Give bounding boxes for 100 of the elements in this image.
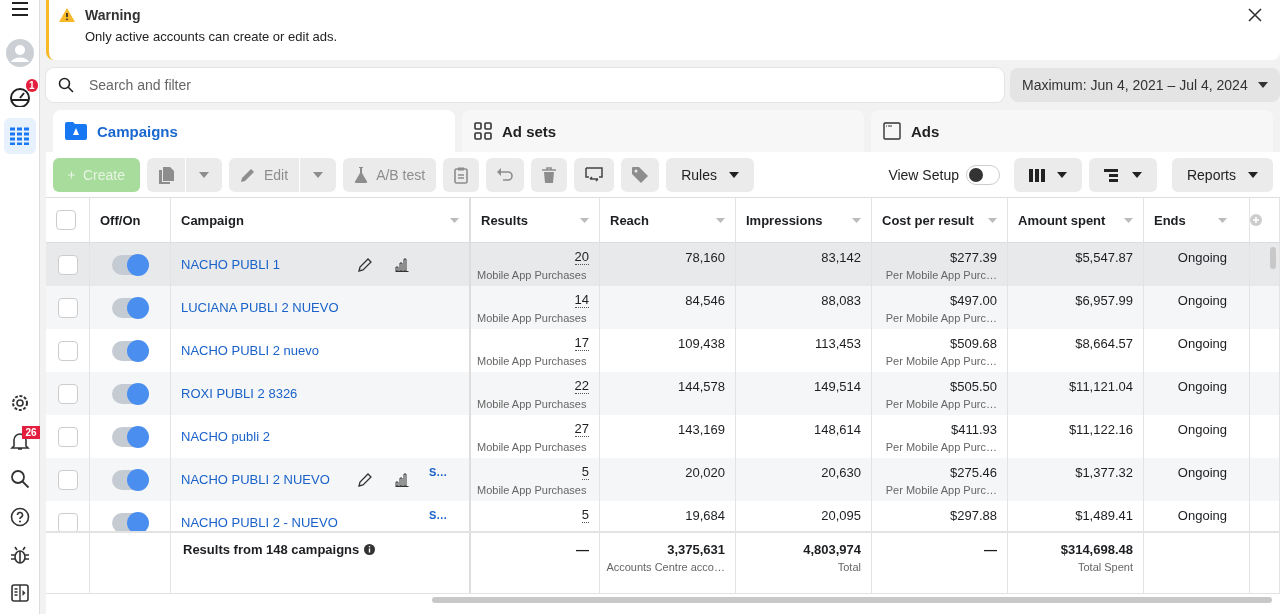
- bar-chart-icon[interactable]: [395, 258, 409, 272]
- search-field[interactable]: Search and filter: [46, 68, 1004, 102]
- table-row[interactable]: NACHO PUBLI 2 NUEVO S… 5 Mobile App Purchases 20,020 20,630 $275.46 Per Mobile App Purc… $1,377.32 Ongoing: [46, 458, 1280, 501]
- on-off-toggle[interactable]: [112, 512, 148, 531]
- campaign-link[interactable]: LUCIANA PUBLI 2 NUEVO: [181, 300, 339, 315]
- help-icon: [9, 507, 30, 527]
- cell-caption: Total Spent: [1077, 561, 1133, 573]
- sort-caret-icon[interactable]: [580, 217, 589, 223]
- on-off-toggle[interactable]: [112, 297, 148, 318]
- column-header[interactable]: Off/On: [90, 198, 171, 242]
- on-off-toggle[interactable]: [112, 383, 148, 404]
- tab[interactable]: Ads: [871, 110, 1273, 152]
- table-cell: 148,614: [814, 422, 861, 437]
- add-column-icon[interactable]: [1250, 214, 1262, 226]
- flask-icon: [354, 167, 369, 183]
- table-row[interactable]: NACHO PUBLI 1 20 Mobile App Purchases 78,160 83,142 $277.39 Per Mobile App Purc… $5,547.87 Ongoing: [46, 243, 1280, 286]
- caret-icon: [199, 172, 209, 178]
- tab[interactable]: Campaigns: [53, 110, 455, 152]
- sort-caret-icon[interactable]: [1218, 217, 1227, 223]
- campaign-link[interactable]: NACHO PUBLI 1: [181, 257, 280, 272]
- campaign-link[interactable]: ROXI PUBLI 2 8326: [181, 386, 298, 401]
- on-off-toggle[interactable]: [112, 426, 148, 447]
- breakdown-button[interactable]: [1088, 158, 1157, 192]
- cell-caption: Mobile App Purchases: [477, 441, 587, 453]
- table-button[interactable]: [3, 118, 36, 154]
- sort-caret-icon[interactable]: [450, 217, 459, 223]
- sort-caret-icon[interactable]: [1124, 217, 1133, 223]
- cell-caption: Total: [837, 561, 861, 573]
- table-cell: 20,630: [821, 465, 861, 480]
- row-checkbox[interactable]: [57, 254, 78, 275]
- bar-chart-icon[interactable]: [395, 473, 409, 487]
- notification-badge: 26: [22, 426, 40, 439]
- table-cell: 27: [574, 422, 589, 437]
- on-off-toggle[interactable]: [112, 469, 148, 490]
- table-row[interactable]: LUCIANA PUBLI 2 NUEVO 14 Mobile App Purchases 84,546 88,083 $497.00 Per Mobile App Purc… $6,957.99 Ongoing: [46, 286, 1280, 329]
- sort-caret-icon[interactable]: [716, 217, 725, 223]
- column-header[interactable]: Amount spent: [1008, 198, 1144, 242]
- table-cell: 14: [574, 293, 589, 308]
- on-off-toggle[interactable]: [112, 254, 148, 275]
- date-range-dropdown[interactable]: Maximum: Jun 4, 2021 – Jul 4, 2024: [1010, 68, 1280, 102]
- swap-button[interactable]: [574, 158, 615, 192]
- view-setup-toggle[interactable]: [965, 165, 1000, 185]
- column-header[interactable]: Impressions: [736, 198, 872, 242]
- tab[interactable]: Ad sets: [462, 110, 864, 152]
- table-cell: 78,160: [685, 250, 725, 265]
- pencil-icon[interactable]: [357, 257, 373, 273]
- sort-caret-icon[interactable]: [852, 217, 861, 223]
- table-cell: 83,142: [821, 250, 861, 265]
- cell-caption: Mobile App Purchases: [477, 269, 587, 281]
- row-checkbox[interactable]: [57, 469, 78, 490]
- info-icon[interactable]: [364, 544, 376, 555]
- select-all-checkbox[interactable]: [56, 210, 76, 230]
- table-cell: 20: [574, 250, 589, 265]
- table-cell: 143,169: [678, 422, 725, 437]
- dropdown-button[interactable]: Rules: [666, 158, 754, 192]
- row-checkbox[interactable]: [57, 297, 78, 318]
- cell-caption: Per Mobile App Purc…: [885, 355, 997, 367]
- pencil-icon: [240, 167, 256, 183]
- column-header[interactable]: Reach: [600, 198, 736, 242]
- row-checkbox[interactable]: [57, 426, 78, 447]
- close-icon: [1248, 8, 1262, 22]
- caret-icon: [728, 172, 739, 178]
- table-cell: Ongoing: [1177, 250, 1227, 265]
- campaign-link[interactable]: NACHO PUBLI 2 - NUEVO: [181, 515, 338, 530]
- row-checkbox[interactable]: [57, 340, 78, 361]
- cell-caption: Per Mobile App Purc…: [885, 312, 997, 324]
- column-header[interactable]: Cost per result: [872, 198, 1008, 242]
- grid-icon: [474, 122, 492, 140]
- gauge-icon: [8, 87, 31, 107]
- campaign-link[interactable]: NACHO PUBLI 2 NUEVO: [181, 472, 330, 487]
- table-cell: 149,514: [814, 379, 861, 394]
- table-cell: $1,489.41: [1075, 508, 1133, 523]
- columns-icon: [1028, 168, 1045, 182]
- columns-button[interactable]: [1013, 158, 1082, 192]
- on-off-toggle[interactable]: [112, 340, 148, 361]
- cell-caption: Mobile App Purchases: [477, 355, 587, 367]
- table-cell: 20,095: [821, 508, 861, 523]
- campaign-link[interactable]: NACHO PUBLI 2 nuevo: [181, 343, 319, 358]
- caret-icon: [313, 172, 324, 178]
- avatar-icon: [5, 39, 34, 67]
- caret-icon: [1258, 82, 1268, 88]
- pencil-icon[interactable]: [357, 472, 373, 488]
- row-checkbox[interactable]: [57, 383, 78, 404]
- table-cell: 22: [574, 379, 589, 394]
- sort-caret-icon[interactable]: [988, 217, 997, 223]
- table-cell: 88,083: [821, 293, 861, 308]
- gauge-button[interactable]: 1: [3, 80, 36, 114]
- dropdown-button[interactable]: Reports: [1171, 158, 1273, 192]
- summary-cell: $314,698.48: [1060, 542, 1133, 557]
- scrollbar[interactable]: [432, 597, 1272, 603]
- column-header[interactable]: Ends: [1144, 198, 1250, 242]
- summary-label: Results from 148 campaigns: [182, 542, 360, 557]
- dropdown-button[interactable]: [300, 158, 337, 192]
- table-cell: 5: [581, 508, 589, 523]
- table-row[interactable]: ROXI PUBLI 2 8326 22 Mobile App Purchases 144,578 149,514 $505.50 Per Mobile App Purc… $11,121.04 Ongoing: [46, 372, 1280, 415]
- scrollbar[interactable]: [1270, 247, 1276, 269]
- campaign-link[interactable]: NACHO publi 2: [181, 429, 270, 444]
- row-checkbox[interactable]: [57, 512, 78, 531]
- column-header[interactable]: Results: [471, 198, 600, 242]
- dropdown-button[interactable]: [186, 158, 222, 192]
